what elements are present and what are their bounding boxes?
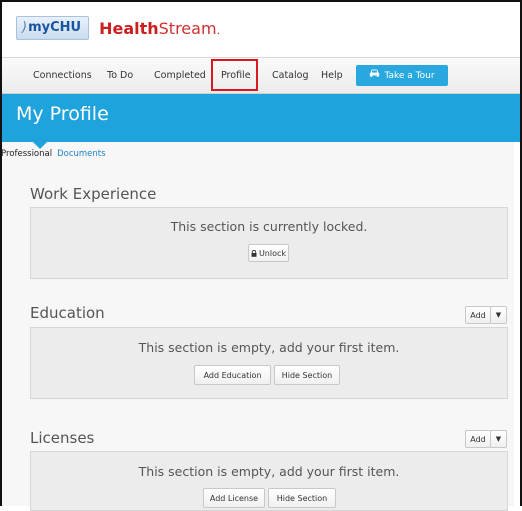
education-empty-message: This section is empty, add your first it… (138, 340, 400, 355)
education-add-button[interactable]: Add (465, 306, 491, 324)
add-license-button[interactable]: Add License (203, 488, 265, 508)
unlock-button[interactable]: Unlock (248, 244, 289, 262)
education-hide-section-button[interactable]: Hide Section (274, 365, 340, 385)
add-education-button[interactable]: Add Education (194, 365, 271, 385)
healthstream-logo-mark: . (216, 23, 221, 37)
car-icon (369, 65, 380, 86)
education-panel: This section is empty, add your first it… (30, 327, 508, 399)
nav-item-completed[interactable]: Completed (154, 58, 206, 93)
mychu-logo: )myCHU (16, 16, 90, 40)
page-title: My Profile (16, 103, 109, 125)
licenses-hide-section-button[interactable]: Hide Section (268, 488, 336, 508)
mychu-logo-text: myCHU (28, 20, 82, 35)
page-title-bar: My Profile (2, 94, 520, 142)
nav-item-connections[interactable]: Connections (33, 58, 92, 93)
nav-item-to-do[interactable]: To Do (107, 58, 133, 93)
licenses-empty-message: This section is empty, add your first it… (138, 464, 400, 479)
subtab-documents[interactable]: Documents (57, 149, 105, 159)
caret-down-icon: ▼ (495, 435, 502, 443)
lock-icon (251, 246, 257, 263)
licenses-title: Licenses (30, 429, 95, 447)
education-title: Education (30, 304, 105, 322)
logo[interactable]: )myCHU HealthStream. (16, 16, 220, 40)
licenses-add-button[interactable]: Add (465, 430, 491, 448)
nav-item-help[interactable]: Help (321, 58, 343, 93)
healthstream-logo-bold: Health (99, 18, 159, 38)
active-tab-pointer (32, 141, 48, 149)
caret-down-icon: ▼ (495, 311, 502, 319)
work-experience-message: This section is currently locked. (170, 219, 368, 234)
profile-subtabs: Professional Documents (1, 149, 106, 159)
healthstream-logo: HealthStream. (99, 19, 220, 38)
work-experience-panel: This section is currently locked. Unlock (30, 207, 508, 279)
nav-item-catalog[interactable]: Catalog (272, 58, 308, 93)
licenses-add-dropdown-button[interactable]: ▼ (490, 430, 507, 448)
licenses-panel: This section is empty, add your first it… (30, 451, 508, 511)
profile-highlight-box (211, 59, 258, 91)
unlock-label: Unlock (258, 249, 287, 258)
healthstream-logo-rest: Stream (158, 18, 217, 38)
mychu-logo-mark: ) (22, 20, 28, 35)
app-header: )myCHU HealthStream. (2, 2, 520, 57)
take-a-tour-label: Take a Tour (384, 71, 435, 81)
content-right-gutter (514, 142, 520, 506)
subtab-professional[interactable]: Professional (1, 149, 52, 159)
education-add-dropdown-button[interactable]: ▼ (490, 306, 507, 324)
take-a-tour-button[interactable]: Take a Tour (356, 65, 448, 86)
work-experience-title: Work Experience (30, 185, 157, 203)
